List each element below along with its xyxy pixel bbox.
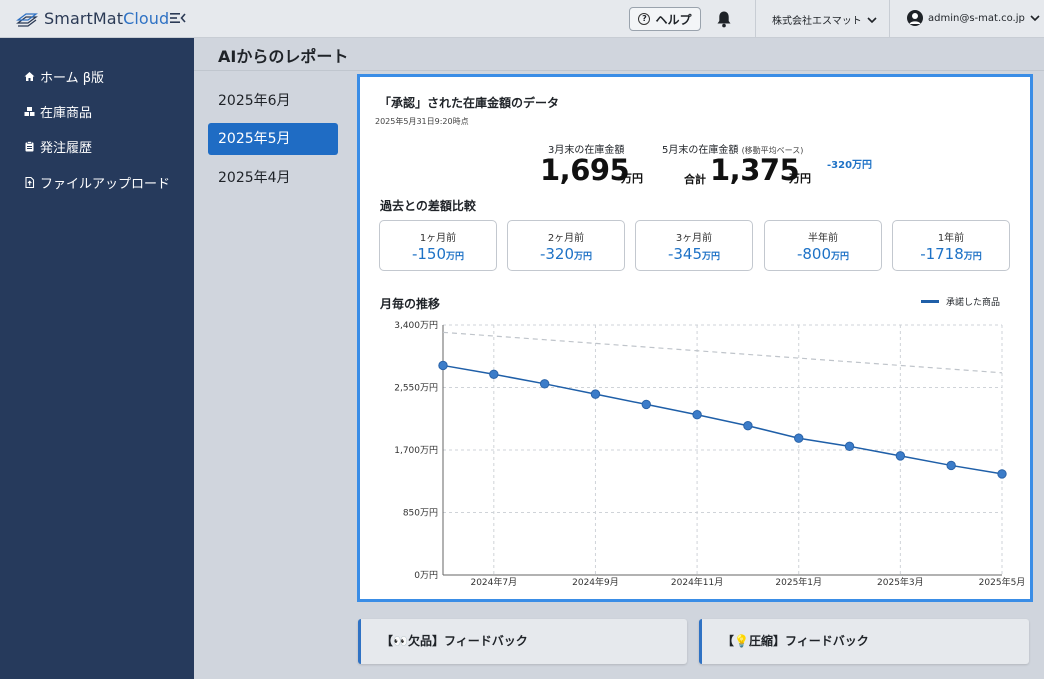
sidebar-item-file-upload[interactable]: ファイルアップロード (24, 173, 170, 192)
y-tick-label: 3,400万円 (394, 320, 438, 331)
top-header: SmartMatCloud ? ヘルプ 株式会社エスマット admin@s-ma… (0, 0, 1044, 38)
y-tick-label: 850万円 (403, 508, 438, 519)
month-item-2025-04[interactable]: 2025年4月 (208, 162, 338, 194)
data-point (539, 379, 550, 389)
app-logo-text: SmartMatCloud (44, 9, 170, 28)
data-point (743, 421, 753, 431)
menu-collapse-icon[interactable] (170, 11, 186, 25)
trend-line-chart: 0万円 850万円 1,700万円 2,550万円 3,400万円 2024年7月 2024… (394, 320, 1026, 588)
help-button[interactable]: ? ヘルプ (629, 7, 701, 31)
help-button-label: ヘルプ (655, 12, 692, 27)
x-tick-label: 2024年9月 (572, 576, 619, 588)
user-email: admin@s-mat.co.jp (928, 12, 1025, 24)
header-divider (889, 0, 890, 38)
x-tick-label: 2024年11月 (671, 576, 723, 588)
app-logo[interactable]: SmartMatCloud (16, 9, 169, 28)
sidebar-item-label: 在庫商品 (40, 106, 93, 121)
user-menu[interactable]: admin@s-mat.co.jp (907, 10, 1040, 26)
y-tick-label: 0万円 (414, 570, 438, 581)
clipboard-icon (25, 141, 34, 152)
data-point (794, 433, 804, 443)
sidebar-item-inventory[interactable]: 在庫商品 (24, 102, 92, 121)
home-icon (24, 72, 35, 81)
data-point (895, 451, 906, 461)
month-item-2025-06[interactable]: 2025年6月 (208, 85, 338, 117)
inventory-icon (24, 107, 35, 116)
data-point (489, 369, 499, 379)
x-tick-label: 2025年1月 (775, 576, 822, 588)
chevron-down-icon (867, 16, 877, 23)
page-title: AIからのレポート (218, 47, 349, 66)
data-point (946, 460, 956, 471)
y-tick-label: 2,550万円 (394, 383, 438, 394)
sidebar-item-home[interactable]: ホーム β版 (24, 67, 104, 86)
feedback-missing-card[interactable]: 【👀欠品】フィードバック (358, 619, 687, 664)
notification-bell-icon[interactable] (716, 10, 732, 28)
x-tick-label: 2025年5月 (979, 576, 1026, 588)
chevron-down-icon (1030, 15, 1040, 21)
x-tick-label: 2025年3月 (877, 576, 924, 588)
sidebar-item-order-history[interactable]: 発注履歴 (24, 137, 92, 156)
data-point (844, 441, 855, 452)
data-point (590, 389, 601, 399)
month-item-2025-05-selected[interactable]: 2025年5月 (208, 123, 338, 155)
sidebar-item-label: 発注履歴 (40, 141, 93, 156)
series-line (442, 364, 1003, 475)
x-tick-label: 2024年7月 (470, 576, 517, 588)
data-point (641, 399, 651, 410)
company-selector[interactable]: 株式会社エスマット (772, 12, 877, 27)
header-divider (755, 0, 756, 38)
sidebar: ホーム β版 在庫商品 発注履歴 ファイルアップロード (0, 38, 194, 679)
help-icon: ? (638, 13, 651, 25)
sidebar-item-label: ホーム β版 (40, 71, 105, 86)
user-avatar-icon (907, 10, 923, 26)
company-name: 株式会社エスマット (772, 16, 862, 27)
data-point (997, 469, 1007, 479)
file-upload-icon (25, 177, 35, 188)
feedback-compress-card[interactable]: 【💡圧縮】フィードバック (699, 619, 1029, 664)
sidebar-item-label: ファイルアップロード (40, 177, 171, 192)
title-divider (194, 70, 1044, 71)
y-tick-label: 1,700万円 (394, 445, 438, 456)
reference-dashed-line (442, 331, 1003, 374)
report-card: 「承認」された在庫金額のデータ 2025年5月31日9:20時点 3月末の在庫金… (357, 74, 1033, 602)
smartmat-logo-icon (16, 12, 38, 27)
data-point (692, 410, 702, 420)
data-point (438, 360, 448, 371)
